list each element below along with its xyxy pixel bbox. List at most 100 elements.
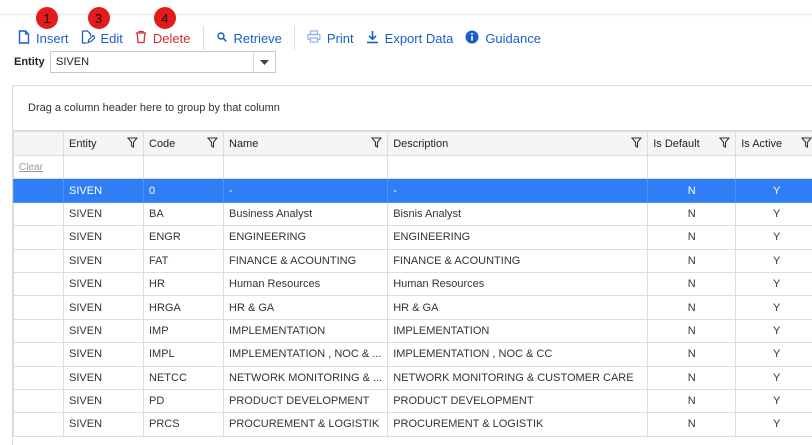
filter-icon[interactable]: [127, 137, 138, 151]
entity-dropdown[interactable]: SIVEN: [50, 51, 276, 73]
table-cell: Human Resources: [224, 272, 388, 295]
table-cell: PROCUREMENT & LOGISTIK: [388, 413, 648, 436]
column-header[interactable]: Description: [388, 132, 648, 156]
retrieve-button[interactable]: Retrieve: [210, 25, 288, 51]
column-header[interactable]: Entity: [64, 132, 144, 156]
row-selector-cell[interactable]: [14, 179, 64, 202]
table-row[interactable]: SIVENBABusiness AnalystBisnis AnalystNY: [14, 202, 812, 225]
toolbar-separator: [294, 26, 295, 50]
row-selector-cell[interactable]: [14, 272, 64, 295]
row-selector-cell[interactable]: [14, 343, 64, 366]
filter-icon[interactable]: [719, 137, 730, 151]
filter-cell[interactable]: [224, 156, 388, 179]
column-header[interactable]: Name: [224, 132, 388, 156]
table-cell: N: [648, 413, 736, 436]
row-selector-cell[interactable]: [14, 226, 64, 249]
table-cell: N: [648, 319, 736, 342]
table-row[interactable]: SIVEN0--NY: [14, 179, 812, 202]
table-row[interactable]: SIVENPRCSPROCUREMENT & LOGISTIKPROCUREME…: [14, 413, 812, 436]
table-row[interactable]: SIVENPDPRODUCT DEVELOPMENTPRODUCT DEVELO…: [14, 389, 812, 412]
table-cell: IMPLEMENTATION , NOC & ...: [224, 343, 388, 366]
table-cell: Business Analyst: [224, 202, 388, 225]
filter-icon[interactable]: [631, 137, 642, 151]
clear-filter-link[interactable]: Clear: [19, 162, 43, 173]
table-cell: IMPLEMENTATION: [224, 319, 388, 342]
table-cell: IMPLEMENTATION: [388, 319, 648, 342]
guidance-button[interactable]: Guidance: [459, 25, 547, 51]
step-badge-insert: 1: [36, 7, 58, 29]
table-cell: Y: [736, 226, 812, 249]
table-cell: SIVEN: [64, 413, 144, 436]
chevron-down-icon[interactable]: [253, 52, 275, 72]
table-row[interactable]: SIVENHRHuman ResourcesHuman ResourcesNY: [14, 272, 812, 295]
row-selector-cell[interactable]: [14, 319, 64, 342]
group-panel[interactable]: Drag a column header here to group by th…: [13, 86, 812, 131]
table-cell: NETWORK MONITORING & CUSTOMER CARE: [388, 366, 648, 389]
row-selector-cell[interactable]: [14, 366, 64, 389]
table-cell: SIVEN: [64, 179, 144, 202]
row-selector-cell[interactable]: [14, 389, 64, 412]
filter-cell[interactable]: [736, 156, 812, 179]
table-cell: N: [648, 202, 736, 225]
table-cell: SIVEN: [64, 202, 144, 225]
column-header-label: Description: [393, 138, 448, 150]
filter-icon[interactable]: [371, 137, 382, 151]
toolbar-separator: [203, 26, 204, 50]
entity-filter: Entity SIVEN: [14, 51, 276, 73]
filter-cell[interactable]: [64, 156, 144, 179]
table-cell: Y: [736, 413, 812, 436]
column-header-label: Code: [149, 138, 175, 150]
table-cell: IMPL: [144, 343, 224, 366]
table-cell: SIVEN: [64, 366, 144, 389]
column-header[interactable]: Is Default: [648, 132, 736, 156]
table-row[interactable]: SIVENHRGAHR & GAHR & GANY: [14, 296, 812, 319]
search-icon: [216, 31, 234, 46]
table-row[interactable]: SIVENFATFINANCE & ACOUNTINGFINANCE & ACO…: [14, 249, 812, 272]
table-cell: Y: [736, 272, 812, 295]
entity-dropdown-value: SIVEN: [51, 56, 253, 68]
retrieve-label: Retrieve: [234, 31, 282, 46]
row-selector-cell[interactable]: [14, 413, 64, 436]
table-row[interactable]: SIVENIMPLIMPLEMENTATION , NOC & ...IMPLE…: [14, 343, 812, 366]
grid-table: Entity Code Name Description Is DefaultIs Ac…: [13, 131, 812, 437]
table-row[interactable]: SIVENNETCCNETWORK MONITORING & ...NETWOR…: [14, 366, 812, 389]
table-cell: BA: [144, 202, 224, 225]
insert-button[interactable]: 1 Insert: [12, 25, 75, 51]
table-row[interactable]: SIVENENGRENGINEERINGENGINEERINGNY: [14, 226, 812, 249]
row-selector-cell[interactable]: [14, 202, 64, 225]
row-selector-cell[interactable]: [14, 296, 64, 319]
table-cell: SIVEN: [64, 343, 144, 366]
edit-button[interactable]: 3 Edit: [75, 25, 129, 51]
table-cell: HR: [144, 272, 224, 295]
table-cell: Y: [736, 343, 812, 366]
row-selector-cell[interactable]: [14, 249, 64, 272]
table-cell: Y: [736, 296, 812, 319]
table-cell: Y: [736, 202, 812, 225]
edit-label: Edit: [101, 31, 123, 46]
table-cell: -: [224, 179, 388, 202]
filter-icon[interactable]: [207, 137, 218, 151]
filter-icon[interactable]: [801, 137, 812, 151]
table-cell: ENGINEERING: [388, 226, 648, 249]
filter-cell[interactable]: [648, 156, 736, 179]
filter-cell[interactable]: [144, 156, 224, 179]
delete-button[interactable]: 4 Delete: [129, 25, 197, 51]
print-button[interactable]: Print: [301, 25, 360, 51]
filter-cell[interactable]: [388, 156, 648, 179]
table-row[interactable]: SIVENIMPIMPLEMENTATIONIMPLEMENTATIONNY: [14, 319, 812, 342]
table-cell: FINANCE & ACOUNTING: [224, 249, 388, 272]
column-header[interactable]: Is Active: [736, 132, 812, 156]
column-header[interactable]: Code: [144, 132, 224, 156]
insert-label: Insert: [36, 31, 69, 46]
step-badge-delete: 4: [154, 7, 176, 29]
table-cell: 0: [144, 179, 224, 202]
table-cell: N: [648, 366, 736, 389]
table-cell: IMP: [144, 319, 224, 342]
table-cell: PRODUCT DEVELOPMENT: [388, 389, 648, 412]
table-cell: ENGINEERING: [224, 226, 388, 249]
entity-label: Entity: [14, 56, 50, 68]
info-icon: [465, 30, 485, 47]
export-data-button[interactable]: Export Data: [360, 25, 460, 51]
table-cell: PRODUCT DEVELOPMENT: [224, 389, 388, 412]
table-cell: SIVEN: [64, 389, 144, 412]
